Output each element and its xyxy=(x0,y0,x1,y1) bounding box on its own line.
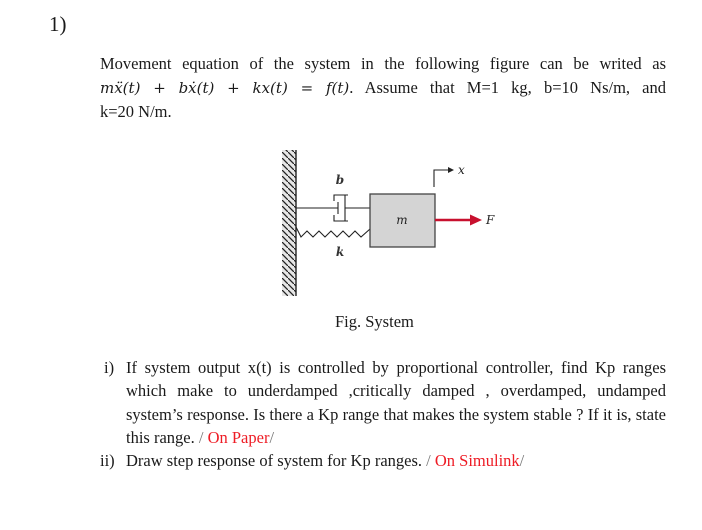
note-on-paper: On Paper xyxy=(207,427,270,447)
note-separator: / xyxy=(194,427,208,447)
note-on-simulink: On Simulink xyxy=(434,451,520,471)
sub-question-1: i) If system output x(t) is controlled b… xyxy=(104,356,666,449)
sub-question-text: Draw step response of system for Kp rang… xyxy=(126,451,423,471)
mass-spring-damper-figure: m b k x F xyxy=(282,150,495,296)
wall xyxy=(282,150,297,296)
figure-caption: Fig. System xyxy=(335,312,414,331)
spring xyxy=(295,226,371,238)
sub-question-label: ii) xyxy=(100,451,115,471)
damper xyxy=(296,194,370,222)
question-number: 1) xyxy=(49,12,67,36)
displacement-label: x xyxy=(458,163,465,177)
displacement-arrow xyxy=(433,167,454,187)
force-label: F xyxy=(485,213,495,227)
intro-line-3: k=20 N/m. xyxy=(100,102,172,121)
spring-label: k xyxy=(336,245,344,259)
damper-label: b xyxy=(336,173,344,187)
intro-line-1: Movement equation of the system in the f… xyxy=(100,54,666,73)
note-separator: / xyxy=(422,451,435,471)
mass-label: m xyxy=(396,213,407,227)
force-arrow xyxy=(435,214,482,226)
sub-question-label: i) xyxy=(104,358,115,377)
intro-line-2-text: . Assume that M=1 kg, b=10 Ns/m, and xyxy=(349,77,667,97)
sub-question-2: ii) Draw step response of system for Kp … xyxy=(100,449,666,472)
intro-line-2: mẍ(t) + bẋ(t) + kx(t) = f(t). Assume tha… xyxy=(100,76,666,101)
sub-questions: i) If system output x(t) is controlled b… xyxy=(100,356,666,472)
motion-equation: mẍ(t) + bẋ(t) + kx(t) = f(t) xyxy=(100,78,350,97)
note-tail: / xyxy=(519,451,525,471)
question-intro: Movement equation of the system in the f… xyxy=(100,52,666,124)
note-tail: / xyxy=(269,427,275,447)
